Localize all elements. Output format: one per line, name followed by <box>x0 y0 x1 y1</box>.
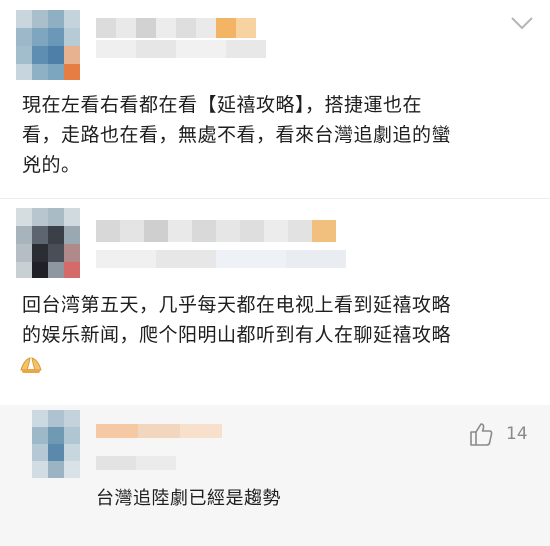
divider <box>0 198 550 199</box>
meta-blurred <box>96 40 266 58</box>
reply-text: 台灣追陸劇已經是趨勢 <box>96 488 281 509</box>
avatar[interactable] <box>16 208 80 278</box>
comment-line: 看，走路也在看，無處不看，看來台灣追劇追的蠻 <box>22 124 452 146</box>
username-blurred[interactable] <box>96 18 266 38</box>
comment-line: 的娱乐新闻，爬个阳明山都听到有人在聊延禧攻略 <box>22 324 452 346</box>
avatar[interactable] <box>32 410 80 478</box>
comment-text: 回台湾第五天，几乎每天都在电视上看到延禧攻略 的娱乐新闻，爬个阳明山都听到有人在… <box>22 290 542 350</box>
comment-text: 現在左看右看都在看【延禧攻略】，搭捷運也在 看，走路也在看，無處不看，看來台灣追… <box>22 90 542 180</box>
praying-hands-icon <box>20 357 42 373</box>
chevron-down-icon[interactable] <box>508 12 536 34</box>
avatar[interactable] <box>16 10 80 80</box>
comment-line: 回台湾第五天，几乎每天都在电视上看到延禧攻略 <box>22 294 452 316</box>
username-blurred[interactable] <box>96 220 336 242</box>
comment-line: 現在左看右看都在看【延禧攻略】，搭捷運也在 <box>22 94 423 116</box>
thumbs-up-icon[interactable] <box>468 421 494 447</box>
meta-blurred <box>96 456 176 470</box>
username-blurred[interactable] <box>96 424 222 438</box>
meta-blurred <box>96 250 346 268</box>
comment-line: 兇的。 <box>22 154 81 176</box>
like-count: 14 <box>506 424 528 444</box>
